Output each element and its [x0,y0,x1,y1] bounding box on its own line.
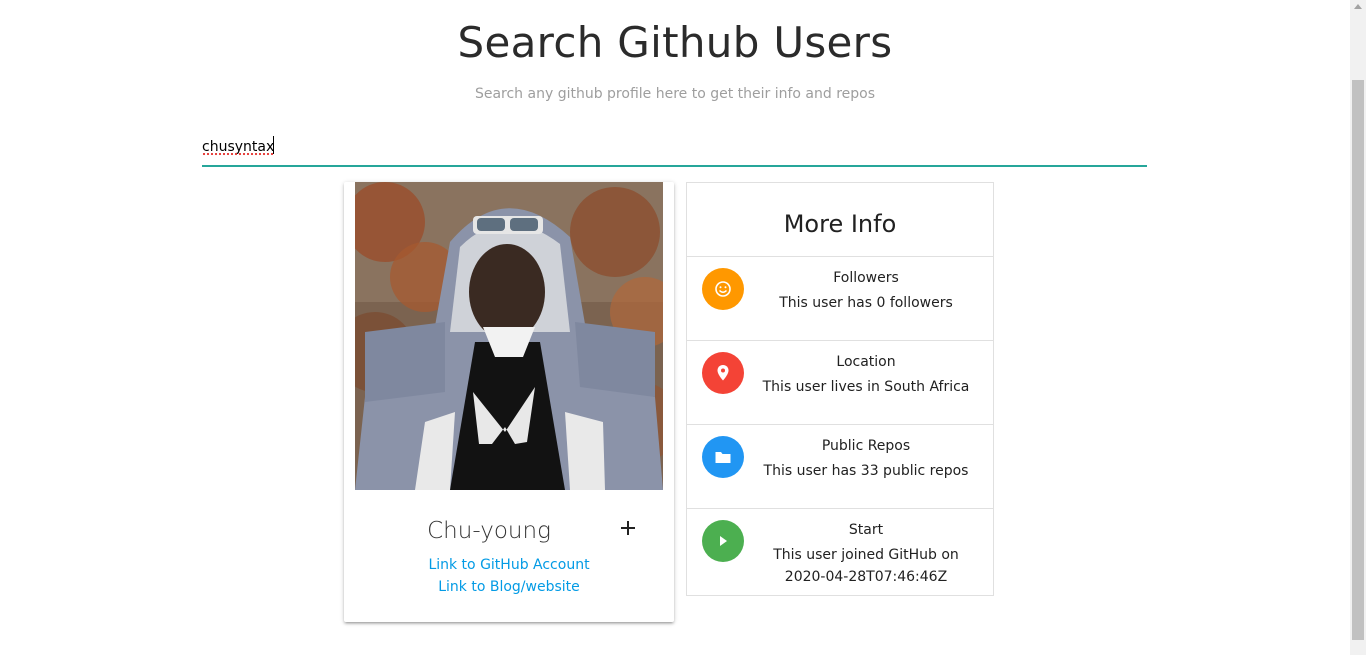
info-item-description: This user has 0 followers [779,295,953,311]
info-item-start: Start This user joined GitHub on 2020-04… [687,509,993,593]
smile-icon [702,268,744,310]
text-caret [273,136,274,154]
more-info-header: More Info [687,183,993,257]
play-icon [702,520,744,562]
page-subtitle: Search any github profile here to get th… [474,86,876,102]
scrollbar-thumb[interactable] [1352,80,1364,640]
github-account-link[interactable]: Link to GitHub Account [344,557,674,573]
info-item-location: Location This user lives in South Africa [687,341,993,425]
info-item-title: Start [848,522,884,538]
search-field[interactable] [202,131,1147,167]
vertical-scrollbar[interactable] [1350,0,1366,655]
location-pin-icon [702,352,744,394]
spellcheck-underline [202,153,274,156]
info-item-public-repos: Public Repos This user has 33 public rep… [687,425,993,509]
info-item-title: Followers [833,270,899,286]
blog-website-link[interactable]: Link to Blog/website [344,579,674,595]
info-item-description: This user has 33 public repos [763,463,969,479]
page-title: Search Github Users [457,18,893,67]
avatar [355,182,663,490]
plus-icon[interactable] [616,516,640,540]
scroll-up-arrow-icon[interactable] [1354,4,1362,9]
info-item-title: Public Repos [821,438,911,454]
info-item-description: This user joined GitHub on 2020-04-28T07… [773,547,959,585]
profile-card: Chu-young Link to GitHub Account Link to… [344,182,674,622]
avatar-image [355,182,663,490]
more-info-heading: More Info [783,210,897,238]
info-item-description: This user lives in South Africa [762,379,970,395]
more-info-panel: More Info Followers This user has 0 foll… [686,182,994,596]
info-item-followers: Followers This user has 0 followers [687,257,993,341]
info-item-title: Location [836,354,896,370]
folder-icon [702,436,744,478]
search-input[interactable] [202,131,1147,163]
user-name: Chu-young [427,518,551,544]
